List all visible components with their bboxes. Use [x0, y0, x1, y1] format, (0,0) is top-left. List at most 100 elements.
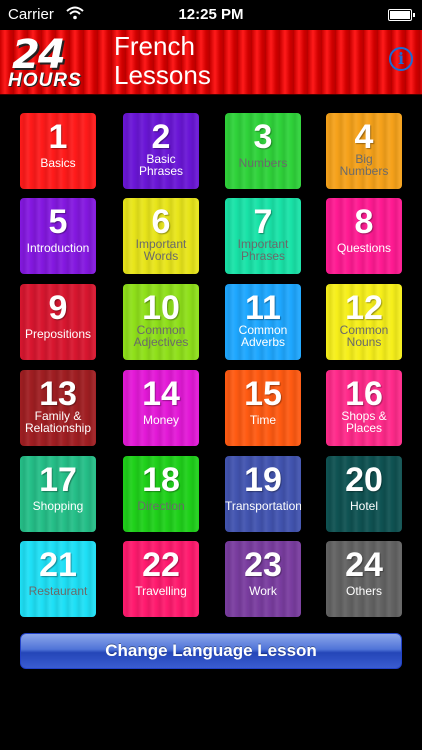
- lesson-label-line: Shopping: [32, 499, 84, 513]
- lesson-label-line: Numbers: [238, 156, 288, 170]
- lesson-label-line: Direction: [137, 499, 185, 513]
- change-language-button[interactable]: Change Language Lesson: [20, 633, 402, 669]
- lesson-label-line: Phrases: [240, 249, 286, 263]
- lesson-label-line: Questions: [336, 241, 392, 255]
- lesson-tile-23[interactable]: 23 Work: [225, 541, 301, 617]
- lesson-number: 24: [345, 546, 383, 584]
- lesson-label-line: Relationship: [24, 421, 92, 435]
- lesson-label-line: Restaurant: [28, 584, 88, 598]
- lesson-label-line: Time: [249, 413, 277, 427]
- lesson-number: 8: [354, 203, 374, 241]
- clock: 12:25 PM: [178, 6, 244, 23]
- lesson-tile-16[interactable]: 16 Shops & Places: [326, 370, 402, 446]
- lesson-label: Common Adverbs: [225, 324, 301, 348]
- lesson-tile-4[interactable]: 4 Big Numbers: [326, 113, 402, 189]
- lesson-label-line: Basics: [40, 156, 76, 170]
- lesson-label: Basic Phrases: [123, 153, 199, 177]
- lesson-label: Important Phrases: [225, 238, 301, 262]
- info-icon[interactable]: i: [389, 47, 413, 71]
- lesson-tile-24[interactable]: 24 Others: [326, 541, 402, 617]
- lesson-label-line: Prepositions: [24, 327, 92, 341]
- lesson-tile-3[interactable]: 3 Numbers: [225, 113, 301, 189]
- lesson-label-line: Introduction: [26, 241, 90, 255]
- lesson-number: 23: [244, 546, 282, 584]
- lesson-number: 16: [345, 375, 383, 413]
- lesson-label-line: Numbers: [339, 164, 389, 178]
- lesson-tile-1[interactable]: 1 Basics: [20, 113, 96, 189]
- lesson-label: Numbers: [225, 157, 301, 169]
- lesson-number: 6: [151, 203, 171, 241]
- lesson-number: 12: [345, 289, 383, 327]
- lesson-label: Restaurant: [20, 585, 96, 597]
- lesson-label: Hotel: [326, 500, 402, 512]
- lesson-label-line: Adjectives: [133, 335, 189, 349]
- lesson-label: Prepositions: [20, 328, 96, 340]
- lesson-number: 9: [48, 289, 68, 327]
- lesson-number: 15: [244, 375, 282, 413]
- lesson-label-line: Nouns: [346, 335, 382, 349]
- lesson-number: 2: [151, 118, 171, 156]
- lesson-number: 10: [142, 289, 180, 327]
- lesson-label-line: Adverbs: [240, 335, 286, 349]
- lesson-tile-8[interactable]: 8 Questions: [326, 198, 402, 274]
- title-line-2: Lessons: [114, 60, 211, 90]
- lesson-tile-14[interactable]: 14 Money: [123, 370, 199, 446]
- lesson-number: 5: [48, 203, 68, 241]
- lesson-label: Common Nouns: [326, 324, 402, 348]
- page-title: French Lessons: [114, 32, 211, 90]
- lesson-label-line: Money: [142, 413, 180, 427]
- lesson-tile-17[interactable]: 17 Shopping: [20, 456, 96, 532]
- lesson-number: 14: [142, 375, 180, 413]
- lesson-tile-21[interactable]: 21 Restaurant: [20, 541, 96, 617]
- lesson-tile-10[interactable]: 10 Common Adjectives: [123, 284, 199, 360]
- lesson-tile-7[interactable]: 7 Important Phrases: [225, 198, 301, 274]
- battery-icon: [388, 9, 415, 21]
- lesson-tile-2[interactable]: 2 Basic Phrases: [123, 113, 199, 189]
- lesson-label: Shopping: [20, 500, 96, 512]
- lesson-label: Transportation: [225, 500, 301, 512]
- lesson-label: Big Numbers: [326, 153, 402, 177]
- lesson-label: Important Words: [123, 238, 199, 262]
- lesson-label-line: Hotel: [349, 499, 378, 513]
- lesson-number: 1: [48, 118, 68, 156]
- lesson-label: Common Adjectives: [123, 324, 199, 348]
- lesson-number: 20: [345, 461, 383, 499]
- lesson-label-line: Travelling: [135, 584, 187, 598]
- lesson-number: 18: [142, 461, 180, 499]
- lesson-label: Questions: [326, 242, 402, 254]
- app-logo: 24 HOURS: [6, 32, 98, 92]
- lesson-number: 3: [253, 118, 273, 156]
- lesson-label: Shops & Places: [326, 410, 402, 434]
- lesson-number: 11: [245, 289, 281, 327]
- lesson-label-line: Others: [345, 584, 382, 598]
- lesson-label-line: Words: [143, 249, 179, 263]
- lesson-number: 13: [39, 375, 77, 413]
- lesson-label: Direction: [123, 500, 199, 512]
- lesson-label-line: Phrases: [138, 164, 184, 178]
- lesson-label-line: Places: [345, 421, 383, 435]
- lesson-number: 19: [244, 461, 282, 499]
- lesson-tile-6[interactable]: 6 Important Words: [123, 198, 199, 274]
- lesson-label-line: Transportation: [225, 499, 301, 513]
- lesson-label: Introduction: [20, 242, 96, 254]
- status-bar: Carrier 12:25 PM: [0, 0, 422, 30]
- lesson-tile-15[interactable]: 15 Time: [225, 370, 301, 446]
- lesson-number: 17: [39, 461, 77, 499]
- lesson-tile-18[interactable]: 18 Direction: [123, 456, 199, 532]
- lesson-tile-11[interactable]: 11 Common Adverbs: [225, 284, 301, 360]
- lesson-tile-13[interactable]: 13 Family & Relationship: [20, 370, 96, 446]
- title-line-1: French: [114, 31, 195, 61]
- lesson-tile-9[interactable]: 9 Prepositions: [20, 284, 96, 360]
- lesson-tile-19[interactable]: 19 Transportation: [225, 456, 301, 532]
- lesson-tile-22[interactable]: 22 Travelling: [123, 541, 199, 617]
- lesson-tile-5[interactable]: 5 Introduction: [20, 198, 96, 274]
- lesson-number: 22: [142, 546, 180, 584]
- lesson-label: Others: [326, 585, 402, 597]
- logo-word: HOURS: [8, 70, 82, 91]
- lesson-label: Money: [123, 414, 199, 426]
- lesson-tile-20[interactable]: 20 Hotel: [326, 456, 402, 532]
- lesson-number: 21: [39, 546, 77, 584]
- lesson-tile-12[interactable]: 12 Common Nouns: [326, 284, 402, 360]
- app-header: 24 HOURS French Lessons i: [0, 30, 422, 95]
- lesson-number: 7: [253, 203, 273, 241]
